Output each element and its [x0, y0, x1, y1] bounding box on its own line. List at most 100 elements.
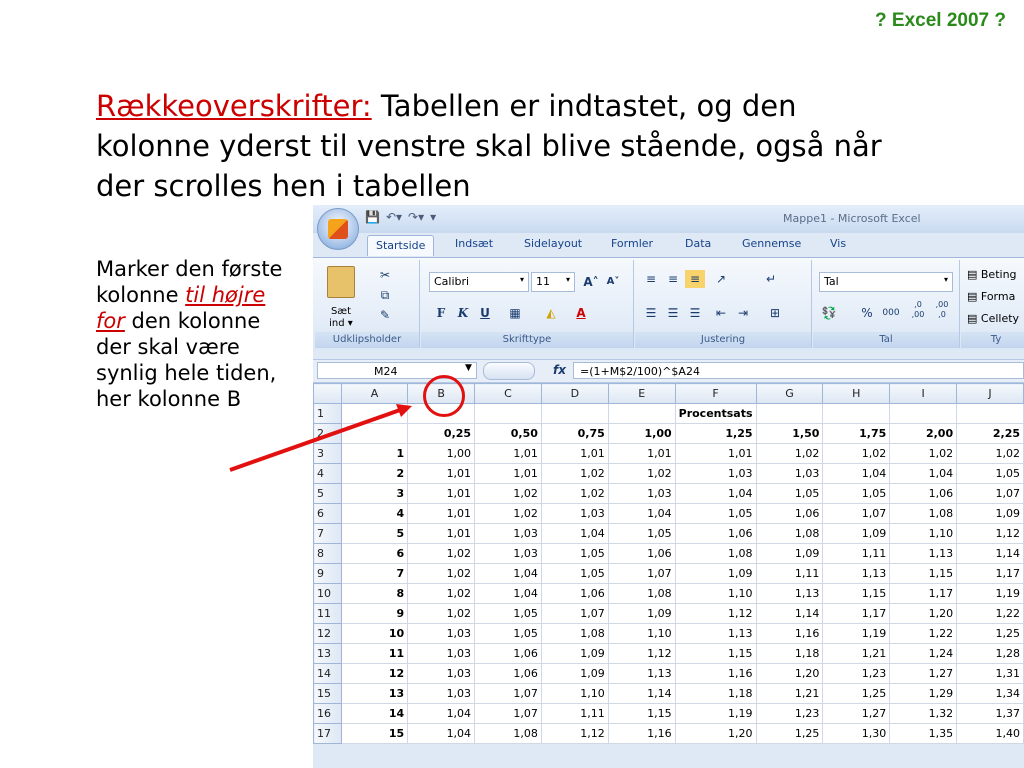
paste-icon[interactable]: [327, 266, 355, 298]
row-header[interactable]: 3: [313, 443, 342, 464]
value-cell[interactable]: 1,22: [889, 623, 958, 644]
thousands-button[interactable]: 000: [879, 304, 903, 322]
font-name-select[interactable]: Calibri ▾: [429, 272, 529, 292]
value-cell[interactable]: 1,03: [407, 643, 476, 664]
value-cell[interactable]: 1,01: [407, 463, 476, 484]
value-cell[interactable]: 1,34: [956, 683, 1024, 704]
rate-header-cell[interactable]: 2,25: [956, 423, 1024, 444]
value-cell[interactable]: 1,28: [956, 643, 1024, 664]
value-cell[interactable]: 1,13: [674, 623, 757, 644]
currency-icon[interactable]: 💱: [819, 304, 839, 322]
value-cell[interactable]: 1,10: [607, 623, 676, 644]
year-cell[interactable]: 1: [340, 443, 409, 464]
value-cell[interactable]: 1,02: [474, 483, 542, 504]
value-cell[interactable]: 1,05: [540, 563, 609, 584]
value-cell[interactable]: 1,03: [474, 523, 542, 544]
value-cell[interactable]: 1,27: [822, 703, 891, 724]
year-cell[interactable]: 3: [340, 483, 409, 504]
value-cell[interactable]: 1,01: [407, 523, 476, 544]
value-cell[interactable]: 1,04: [607, 503, 676, 524]
value-cell[interactable]: 1,17: [889, 583, 958, 604]
percent-button[interactable]: %: [857, 304, 877, 322]
decrease-decimals-button[interactable]: ,00 ,0: [931, 300, 953, 319]
value-cell[interactable]: 1,12: [540, 723, 609, 744]
value-cell[interactable]: 1,05: [474, 603, 542, 624]
rate-header-cell[interactable]: 1,00: [607, 423, 676, 444]
value-cell[interactable]: 1,21: [822, 643, 891, 664]
value-cell[interactable]: 1,13: [822, 563, 891, 584]
value-cell[interactable]: 1,04: [407, 703, 476, 724]
value-cell[interactable]: 1,07: [540, 603, 609, 624]
value-cell[interactable]: 1,19: [674, 703, 757, 724]
value-cell[interactable]: 1,08: [607, 583, 676, 604]
value-cell[interactable]: 1,05: [607, 523, 676, 544]
value-cell[interactable]: 1,13: [889, 543, 958, 564]
value-cell[interactable]: 1,03: [407, 663, 476, 684]
align-middle-icon[interactable]: ≡: [663, 270, 683, 288]
value-cell[interactable]: 1,08: [755, 523, 824, 544]
value-cell[interactable]: 1,04: [474, 583, 542, 604]
value-cell[interactable]: 1,06: [540, 583, 609, 604]
value-cell[interactable]: 1,01: [407, 503, 476, 524]
rate-header-cell[interactable]: 1,50: [755, 423, 824, 444]
row-header[interactable]: 12: [313, 623, 342, 644]
value-cell[interactable]: 1,09: [540, 643, 609, 664]
value-cell[interactable]: 1,02: [956, 443, 1024, 464]
value-cell[interactable]: 1,07: [474, 683, 542, 704]
value-cell[interactable]: 1,03: [474, 543, 542, 564]
select-all-corner[interactable]: [313, 383, 342, 404]
value-cell[interactable]: 1,09: [540, 663, 609, 684]
tab-gennemse[interactable]: Gennemse: [742, 237, 801, 250]
value-cell[interactable]: 1,14: [956, 543, 1024, 564]
value-cell[interactable]: 1,24: [889, 643, 958, 664]
value-cell[interactable]: 1,07: [956, 483, 1024, 504]
formula-input[interactable]: =(1+M$2/100)^$A24: [573, 362, 1024, 379]
row-header[interactable]: 4: [313, 463, 342, 484]
value-cell[interactable]: 1,08: [540, 623, 609, 644]
value-cell[interactable]: 1,03: [674, 463, 757, 484]
row-header[interactable]: 14: [313, 663, 342, 684]
value-cell[interactable]: 1,20: [755, 663, 824, 684]
value-cell[interactable]: 1,11: [540, 703, 609, 724]
year-cell[interactable]: 5: [340, 523, 409, 544]
row-header[interactable]: 17: [313, 723, 342, 744]
value-cell[interactable]: 1,11: [822, 543, 891, 564]
value-cell[interactable]: 1,02: [755, 443, 824, 464]
cell[interactable]: [822, 403, 891, 424]
value-cell[interactable]: 1,13: [607, 663, 676, 684]
column-header-e[interactable]: E: [607, 383, 676, 404]
year-cell[interactable]: 9: [340, 603, 409, 624]
value-cell[interactable]: 1,03: [407, 623, 476, 644]
value-cell[interactable]: 1,12: [956, 523, 1024, 544]
value-cell[interactable]: 1,01: [674, 443, 757, 464]
rate-header-cell[interactable]: 0,25: [407, 423, 476, 444]
year-cell[interactable]: 2: [340, 463, 409, 484]
value-cell[interactable]: 1,17: [822, 603, 891, 624]
column-header-f[interactable]: F: [674, 383, 757, 404]
value-cell[interactable]: 1,13: [755, 583, 824, 604]
row-header[interactable]: 7: [313, 523, 342, 544]
value-cell[interactable]: 1,01: [474, 443, 542, 464]
undo-icon[interactable]: ↶▾: [386, 210, 402, 228]
tab-data[interactable]: Data: [685, 237, 711, 250]
cell-styles-button[interactable]: ▤ Cellety: [967, 312, 1019, 325]
value-cell[interactable]: 1,14: [607, 683, 676, 704]
cell[interactable]: [540, 403, 609, 424]
value-cell[interactable]: 1,30: [822, 723, 891, 744]
value-cell[interactable]: 1,09: [822, 523, 891, 544]
cut-icon[interactable]: ✂: [375, 266, 395, 284]
value-cell[interactable]: 1,02: [407, 543, 476, 564]
value-cell[interactable]: 1,18: [674, 683, 757, 704]
value-cell[interactable]: 1,32: [889, 703, 958, 724]
value-cell[interactable]: 1,02: [407, 563, 476, 584]
value-cell[interactable]: 1,31: [956, 663, 1024, 684]
value-cell[interactable]: 1,06: [474, 663, 542, 684]
column-header-i[interactable]: I: [889, 383, 958, 404]
copy-icon[interactable]: ⧉: [375, 286, 395, 304]
value-cell[interactable]: 1,09: [674, 563, 757, 584]
row-header[interactable]: 16: [313, 703, 342, 724]
value-cell[interactable]: 1,03: [540, 503, 609, 524]
value-cell[interactable]: 1,08: [889, 503, 958, 524]
value-cell[interactable]: 1,06: [674, 523, 757, 544]
paste-button[interactable]: Sæt ind ▾: [319, 306, 363, 330]
